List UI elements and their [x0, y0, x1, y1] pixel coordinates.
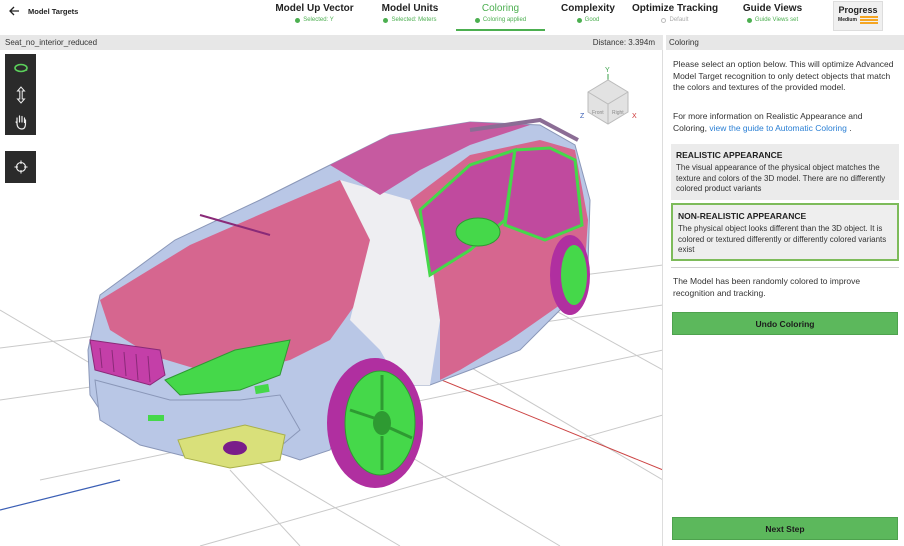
step-status: Guide Views set	[735, 17, 810, 23]
step-title: Coloring	[481, 3, 520, 14]
status-dot-icon	[383, 17, 389, 23]
option-title: REALISTIC APPEARANCE	[676, 150, 783, 160]
step-status: Selected: Meters	[371, 17, 449, 23]
pan-vertical-tool-button[interactable]	[5, 81, 36, 108]
status-dot-icon	[661, 17, 667, 23]
step-status: Coloring applied	[456, 17, 545, 23]
progress-bars-icon	[859, 16, 878, 24]
status-dot-icon	[576, 17, 582, 23]
step-title: Complexity	[561, 3, 615, 14]
car-model-render: Y Front Right Z X	[0, 67, 662, 546]
view-gizmo: Y Front Right Z X	[580, 67, 637, 125]
axis-label-x: X	[632, 113, 637, 120]
divider	[671, 267, 899, 268]
top-bar: Model Targets Model Up Vector Selected: …	[0, 0, 904, 35]
axis-label-z: Z	[580, 113, 585, 120]
pan-vertical-icon	[15, 85, 26, 104]
focus-target-icon	[14, 160, 27, 174]
axis-label-y: Y	[605, 67, 610, 74]
hand-icon	[14, 114, 26, 130]
status-dot-icon	[295, 17, 301, 23]
status-dot-icon	[474, 17, 480, 23]
gizmo-right-label: Right	[612, 110, 624, 116]
step-title: Optimize Tracking	[632, 3, 719, 14]
undo-coloring-button[interactable]: Undo Coloring	[672, 312, 898, 335]
step-model-up-vector[interactable]: Model Up Vector Selected: Y	[268, 0, 361, 31]
gizmo-front-label: Front	[592, 110, 604, 116]
orbit-tool-button[interactable]	[5, 54, 36, 81]
coloring-panel: Please select an option below. This will…	[666, 50, 904, 546]
status-dot-icon	[746, 17, 752, 23]
more-info-text: For more information on Realistic Appear…	[673, 111, 863, 133]
model-name: Seat_no_interior_reduced	[5, 38, 98, 47]
step-status: Default	[632, 17, 718, 23]
step-status: Selected: Y	[268, 17, 361, 23]
option-title: NON-REALISTIC APPEARANCE	[678, 211, 807, 221]
progress-indicator[interactable]: Progress Medium	[833, 1, 883, 31]
step-optimize-tracking[interactable]: Optimize Tracking Default	[632, 0, 718, 31]
distance-readout: Distance: 3.394m	[592, 38, 655, 47]
hand-tool-button[interactable]	[5, 108, 36, 135]
back-label: Model Targets	[28, 6, 79, 16]
step-model-units[interactable]: Model Units Selected: Meters	[371, 0, 449, 31]
step-status: Good	[553, 17, 623, 23]
focus-tool-button[interactable]	[5, 151, 36, 183]
step-title: Model Up Vector	[275, 3, 354, 14]
step-complexity[interactable]: Complexity Good	[553, 0, 623, 31]
back-button[interactable]: Model Targets	[9, 4, 78, 18]
option-body: The physical object looks different than…	[678, 224, 887, 254]
option-non-realistic-appearance[interactable]: NON-REALISTIC APPEARANCE The physical ob…	[671, 203, 899, 261]
3d-viewport[interactable]: Y Front Right Z X	[0, 50, 663, 546]
step-title: Guide Views	[742, 3, 803, 14]
option-body: The visual appearance of the physical ob…	[676, 163, 886, 193]
step-title: Model Units	[381, 3, 439, 14]
panel-header: Coloring	[666, 35, 904, 50]
step-guide-views[interactable]: Guide Views Guide Views set	[735, 0, 810, 31]
orbit-icon	[13, 63, 28, 72]
progress-level: Medium	[838, 17, 857, 23]
arrow-left-icon	[9, 6, 19, 16]
next-step-button[interactable]: Next Step	[672, 517, 898, 540]
coloring-note: The Model has been randomly colored to i…	[673, 276, 861, 298]
intro-text: Please select an option below. This will…	[673, 59, 894, 92]
step-coloring[interactable]: Coloring Coloring applied	[456, 0, 545, 31]
viewport-header: Seat_no_interior_reduced Distance: 3.394…	[0, 35, 663, 50]
guide-link[interactable]: view the guide to Automatic Coloring	[709, 123, 847, 133]
navigation-toolbar	[5, 54, 36, 135]
option-realistic-appearance[interactable]: REALISTIC APPEARANCE The visual appearan…	[671, 144, 899, 200]
progress-title: Progress	[838, 5, 878, 15]
